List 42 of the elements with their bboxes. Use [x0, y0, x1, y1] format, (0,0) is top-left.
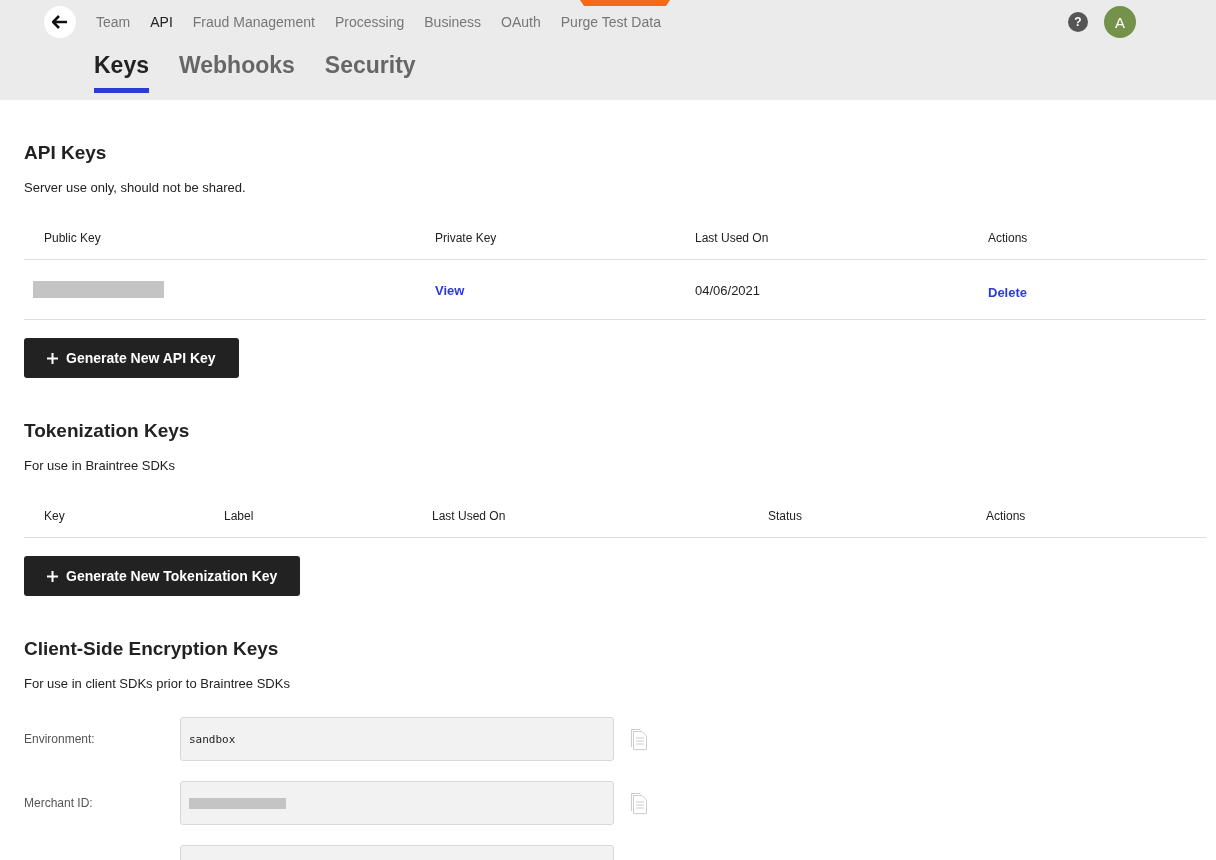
plus-icon — [47, 352, 58, 364]
column-header: Actions — [987, 231, 1029, 245]
column-header: Last Used On — [431, 509, 507, 523]
field-label: Merchant ID: — [24, 796, 94, 810]
copy-icon[interactable] — [630, 728, 648, 750]
section-description: For use in client SDKs prior to Braintree SDKs — [24, 676, 291, 691]
avatar[interactable]: A — [1104, 6, 1136, 38]
nav-link[interactable]: Fraud Management — [192, 14, 315, 30]
column-header: Private Key — [434, 231, 498, 245]
column-header: Last Used On — [694, 231, 770, 245]
nav-link[interactable]: Business — [424, 14, 482, 30]
input-field[interactable]: sandbox — [180, 717, 614, 761]
back-arrow-icon — [52, 15, 68, 29]
nav-link[interactable]: OAuth — [501, 14, 541, 30]
tab[interactable]: Webhooks — [179, 48, 295, 93]
nav-link[interactable]: Purge Test Data — [560, 14, 661, 30]
column-header: Status — [767, 509, 804, 523]
copy-icon[interactable] — [630, 792, 648, 814]
tab[interactable]: Keys — [94, 48, 149, 93]
section-description: Server use only, should not be shared. — [24, 180, 247, 195]
nav-link[interactable]: Team — [96, 14, 131, 30]
section-title: API Keys — [24, 142, 108, 164]
generate-button[interactable]: Generate New Tokenization Key — [24, 556, 301, 596]
help-button[interactable]: ? — [1068, 12, 1088, 32]
nav-link[interactable]: Processing — [335, 14, 405, 30]
section-description: For use in Braintree SDKs — [24, 458, 176, 473]
section-title: Client-Side Encryption Keys — [24, 638, 280, 660]
field-label: Environment: — [24, 732, 96, 746]
back-button[interactable] — [44, 6, 76, 38]
column-header: Key — [43, 509, 66, 523]
table-cell: 04/06/2021 — [695, 282, 761, 298]
tab[interactable]: Security — [324, 48, 416, 93]
plus-icon — [47, 570, 58, 582]
column-header: Label — [223, 509, 255, 523]
column-header: Actions — [985, 509, 1027, 523]
section-title: Tokenization Keys — [24, 420, 191, 442]
generate-button[interactable]: Generate New API Key — [24, 338, 239, 378]
input-field[interactable] — [180, 781, 614, 825]
column-header: Public Key — [43, 231, 102, 245]
view-link[interactable]: View — [435, 282, 465, 298]
delete-link[interactable]: Delete — [988, 284, 1028, 300]
nav-link[interactable]: API — [150, 14, 173, 30]
